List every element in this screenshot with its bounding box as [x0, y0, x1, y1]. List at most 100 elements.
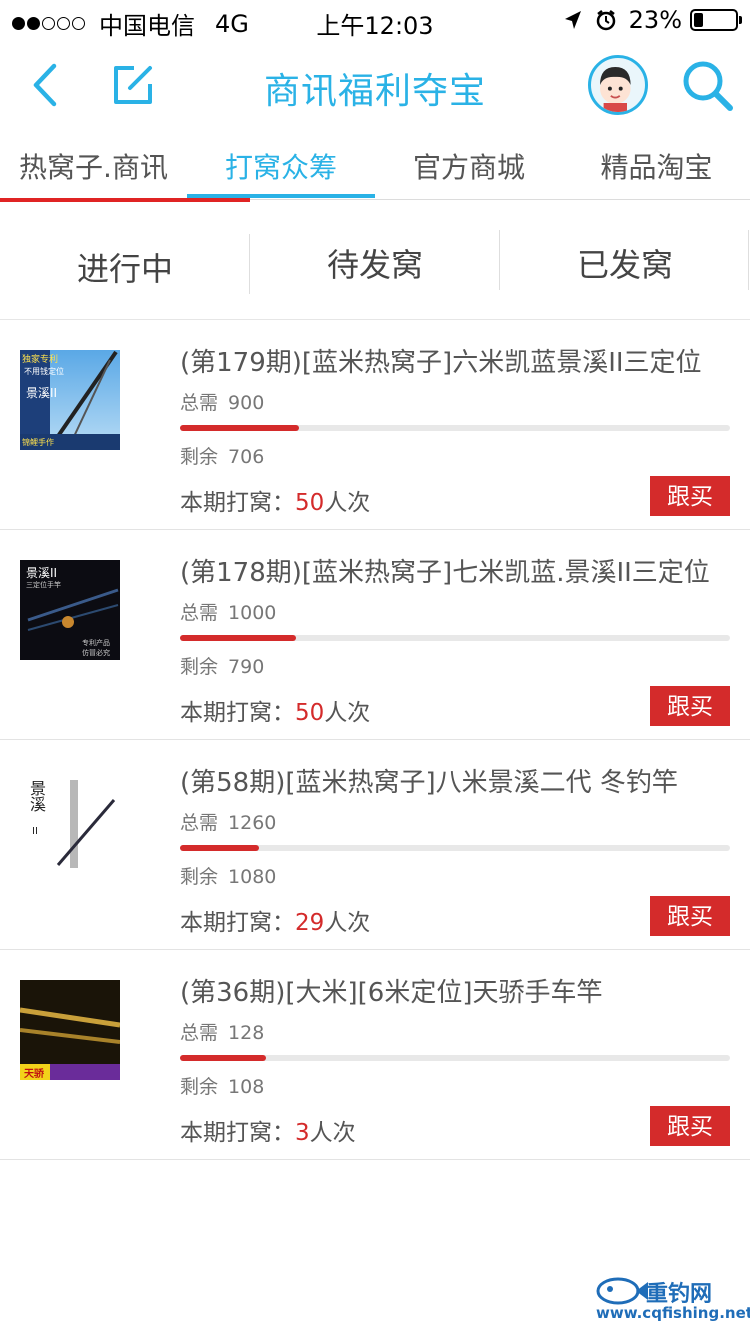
total-label: 总需: [180, 812, 219, 834]
period-count: 50: [295, 700, 325, 726]
sub-tab-bar: 进行中 待发窝 已发窝: [0, 200, 750, 320]
progress-fill: [180, 635, 296, 641]
period-unit: 人次: [324, 490, 371, 516]
watermark: 重钓网 www.cqfishing.net: [594, 1272, 750, 1328]
follow-buy-button[interactable]: 跟买: [650, 476, 730, 516]
thumb-label: 锦鲤手作: [22, 438, 54, 447]
period-unit: 人次: [309, 1120, 356, 1146]
period-count: 3: [295, 1120, 310, 1146]
top-tab-bar: 热窝子.商讯 打窝众筹 官方商城 精品淘宝: [0, 130, 750, 202]
item-remaining: 剩余 790: [180, 652, 264, 679]
total-label: 总需: [180, 1022, 219, 1044]
item-total: 总需 128: [180, 1018, 264, 1045]
alarm-icon: [596, 10, 615, 31]
product-thumbnail[interactable]: 独家专利 不用钱定位 景溪II 锦鲤手作: [20, 350, 120, 450]
list-item[interactable]: 独家专利 不用钱定位 景溪II 锦鲤手作 (第179期)[蓝米热窝子]六米凯蓝景…: [0, 320, 750, 530]
progress-bar: [180, 1055, 730, 1061]
follow-buy-button[interactable]: 跟买: [650, 896, 730, 936]
total-value: 900: [228, 392, 265, 414]
remain-value: 1080: [228, 866, 277, 888]
page-title: 商讯福利夺宝: [263, 71, 486, 112]
subtab-divider: [748, 230, 749, 290]
item-remaining: 剩余 706: [180, 442, 264, 469]
period-unit: 人次: [324, 700, 371, 726]
total-value: 1260: [228, 812, 277, 834]
remain-label: 剩余: [180, 446, 219, 468]
thumb-label: 天骄: [24, 1069, 44, 1080]
remain-value: 706: [228, 446, 265, 468]
item-total: 总需 900: [180, 388, 264, 415]
thumb-label: 独家专利: [22, 355, 59, 365]
period-label: 本期打窝：: [180, 910, 295, 936]
list-item[interactable]: 景溪 II (第58期)[蓝米热窝子]八米景溪二代 冬钓竿 总需 1260 剩余 1…: [0, 740, 750, 950]
tab-hot-news[interactable]: 热窝子.商讯: [0, 146, 187, 186]
item-title[interactable]: (第179期)[蓝米热窝子]六米凯蓝景溪II三定位: [180, 342, 730, 379]
thumb-label: 景溪: [27, 780, 46, 812]
item-total: 总需 1260: [180, 808, 276, 835]
remain-label: 剩余: [180, 866, 219, 888]
status-bar: 中国电信 4G 上午12:03 23%: [0, 0, 750, 40]
item-title[interactable]: (第178期)[蓝米热窝子]七米凯蓝.景溪II三定位: [180, 552, 730, 589]
progress-bar: [180, 425, 730, 431]
product-thumbnail[interactable]: 景溪 II: [20, 770, 120, 870]
thumb-label: 仿冒必究: [82, 649, 110, 657]
remain-value: 108: [228, 1076, 265, 1098]
period-count: 29: [295, 910, 325, 936]
item-remaining: 剩余 108: [180, 1072, 264, 1099]
battery-percent: 23%: [628, 6, 682, 34]
status-right: 23%: [563, 6, 742, 34]
subtab-in-progress[interactable]: 进行中: [0, 244, 250, 290]
item-period: 本期打窝：50人次: [180, 483, 370, 517]
avatar[interactable]: [588, 55, 648, 115]
item-period: 本期打窝：50人次: [180, 693, 370, 727]
fish-logo-icon: [596, 1277, 648, 1305]
total-value: 128: [228, 1022, 265, 1044]
progress-fill: [180, 425, 299, 431]
item-title[interactable]: (第58期)[蓝米热窝子]八米景溪二代 冬钓竿: [180, 762, 730, 799]
period-label: 本期打窝：: [180, 700, 295, 726]
thumb-label: 不用钱定位: [24, 367, 64, 376]
thumb-label: 景溪II: [26, 566, 58, 580]
tab-official-store[interactable]: 官方商城: [375, 146, 563, 186]
product-thumbnail[interactable]: 天骄: [20, 980, 120, 1080]
avatar-face-icon: [600, 67, 631, 112]
tab-taobao[interactable]: 精品淘宝: [563, 146, 750, 186]
search-icon[interactable]: [680, 58, 734, 112]
item-total: 总需 1000: [180, 598, 276, 625]
item-period: 本期打窝：3人次: [180, 1113, 356, 1147]
tab-indicator-active: [187, 194, 375, 198]
location-arrow-icon: [564, 11, 581, 29]
period-count: 50: [295, 490, 325, 516]
follow-buy-button[interactable]: 跟买: [650, 1106, 730, 1146]
total-label: 总需: [180, 602, 219, 624]
item-title[interactable]: (第36期)[大米][6米定位]天骄手车竿: [180, 972, 730, 1009]
edit-icon[interactable]: [110, 62, 156, 108]
period-label: 本期打窝：: [180, 490, 295, 516]
subtab-delivered[interactable]: 已发窝: [500, 240, 750, 286]
subtab-pending[interactable]: 待发窝: [250, 240, 500, 286]
battery-fill: [694, 13, 703, 27]
back-icon[interactable]: [26, 60, 66, 110]
thumb-label: 景溪II: [26, 386, 58, 400]
remain-label: 剩余: [180, 1076, 219, 1098]
list-item[interactable]: 天骄 (第36期)[大米][6米定位]天骄手车竿 总需 128 剩余 108 本期打…: [0, 950, 750, 1160]
remain-label: 剩余: [180, 656, 219, 678]
follow-buy-button[interactable]: 跟买: [650, 686, 730, 726]
item-remaining: 剩余 1080: [180, 862, 276, 889]
remain-value: 790: [228, 656, 265, 678]
item-period: 本期打窝：29人次: [180, 903, 370, 937]
total-value: 1000: [228, 602, 277, 624]
tab-crowdfunding[interactable]: 打窝众筹: [187, 146, 375, 186]
battery-icon: [690, 9, 742, 31]
list-item[interactable]: 景溪II 三定位手竿 专利产品 仿冒必究 (第178期)[蓝米热窝子]七米凯蓝.…: [0, 530, 750, 740]
progress-bar: [180, 845, 730, 851]
progress-bar: [180, 635, 730, 641]
watermark-url: www.cqfishing.net: [596, 1304, 750, 1322]
product-thumbnail[interactable]: 景溪II 三定位手竿 专利产品 仿冒必究: [20, 560, 120, 660]
progress-fill: [180, 845, 259, 851]
period-unit: 人次: [324, 910, 371, 936]
thumb-label: 专利产品: [82, 639, 110, 647]
thumb-label: 三定位手竿: [26, 581, 61, 589]
period-label: 本期打窝：: [180, 1120, 295, 1146]
total-label: 总需: [180, 392, 219, 414]
